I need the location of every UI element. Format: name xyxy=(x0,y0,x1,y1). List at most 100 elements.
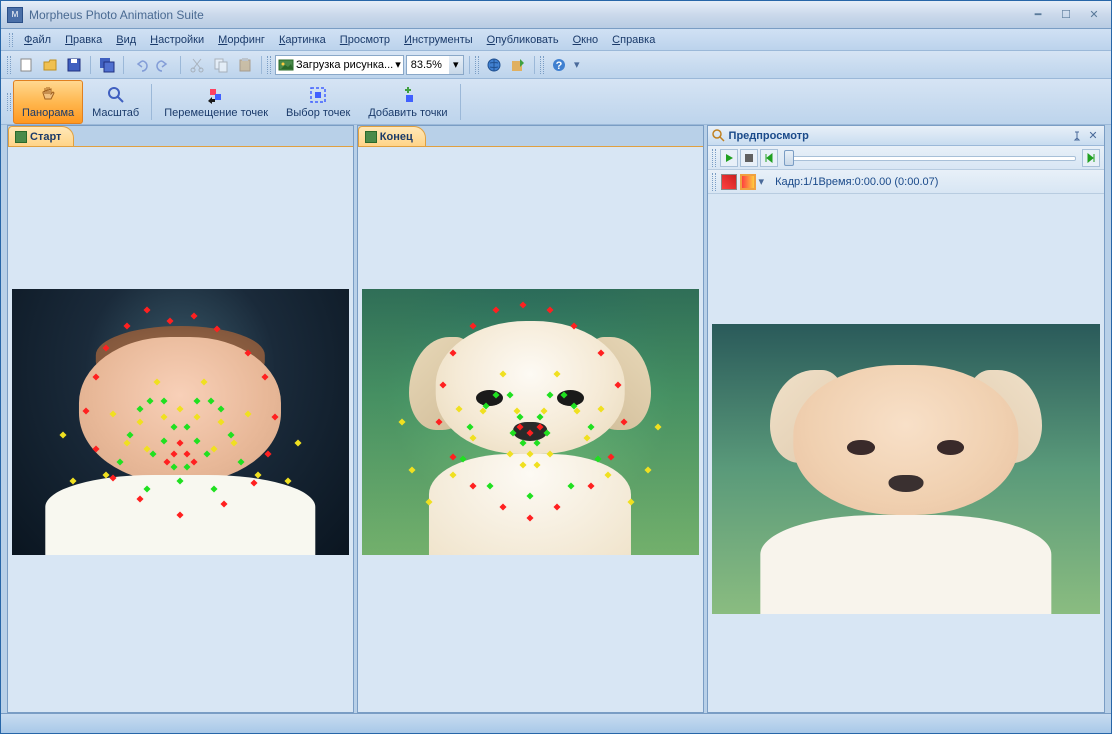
open-button[interactable] xyxy=(39,54,61,76)
picture-icon xyxy=(278,57,294,73)
menu-preview[interactable]: Просмотр xyxy=(333,32,397,48)
new-button[interactable] xyxy=(15,54,37,76)
toolbar-grip[interactable] xyxy=(712,149,716,167)
menubar-grip[interactable] xyxy=(9,33,13,47)
load-picture-button[interactable]: Загрузка рисунка... ▾ xyxy=(275,55,404,75)
add-points-tool[interactable]: Добавить точки xyxy=(359,80,456,124)
color-swatch-start[interactable] xyxy=(721,174,737,190)
scale-label: Масштаб xyxy=(92,107,139,119)
menu-morphing[interactable]: Морфинг xyxy=(211,32,272,48)
help-button[interactable]: ? xyxy=(548,54,570,76)
dropdown-icon[interactable]: ▾ xyxy=(449,56,463,74)
toolbar-grip[interactable] xyxy=(7,56,11,74)
redo-button[interactable] xyxy=(153,54,175,76)
start-tab-label: Старт xyxy=(30,131,61,143)
end-image xyxy=(362,289,699,555)
move-points-tool[interactable]: Перемещение точек xyxy=(155,80,277,124)
play-button[interactable] xyxy=(720,149,738,167)
stop-button[interactable] xyxy=(740,149,758,167)
hand-icon xyxy=(38,85,58,105)
dropdown-icon[interactable]: ▾ xyxy=(759,175,765,188)
end-panel: Конец xyxy=(357,125,704,713)
playback-controls xyxy=(708,146,1104,170)
standard-toolbar: Загрузка рисунка... ▾ ▾ ? ▾ xyxy=(1,51,1111,79)
menu-settings[interactable]: Настройки xyxy=(143,32,211,48)
copy-button[interactable] xyxy=(210,54,232,76)
end-morph-points[interactable] xyxy=(362,289,699,555)
preview-info-bar: ▾ Кадр:1/1Время:0:00.00 (0:00.07) xyxy=(708,170,1104,194)
app-icon: M xyxy=(7,7,23,23)
export-button[interactable] xyxy=(507,54,529,76)
step-forward-button[interactable] xyxy=(1082,149,1100,167)
select-points-tool[interactable]: Выбор точек xyxy=(277,80,359,124)
add-points-label: Добавить точки xyxy=(368,107,447,119)
app-title: Morpheus Photo Animation Suite xyxy=(29,8,1027,22)
zoom-input[interactable] xyxy=(407,59,449,71)
menu-picture[interactable]: Картинка xyxy=(272,32,333,48)
toolbar-grip[interactable] xyxy=(540,56,544,74)
end-tab-label: Конец xyxy=(380,131,413,143)
toolbar-grip[interactable] xyxy=(712,173,716,191)
separator xyxy=(534,56,535,74)
statusbar xyxy=(1,713,1111,733)
scale-tool[interactable]: Масштаб xyxy=(83,80,148,124)
panorama-label: Панорама xyxy=(22,107,74,119)
undo-button[interactable] xyxy=(129,54,151,76)
preview-canvas[interactable] xyxy=(708,194,1104,712)
close-panel-button[interactable]: ✕ xyxy=(1086,129,1100,143)
menubar: Файл Правка Вид Настройки Морфинг Картин… xyxy=(1,29,1111,51)
select-points-icon xyxy=(308,85,328,105)
picture-icon xyxy=(15,131,27,143)
menu-help[interactable]: Справка xyxy=(605,32,662,48)
separator xyxy=(261,56,262,74)
picture-icon xyxy=(365,131,377,143)
end-tab[interactable]: Конец xyxy=(358,126,426,146)
start-image xyxy=(12,289,349,555)
frame-info: Кадр:1/1Время:0:00.00 (0:00.07) xyxy=(775,176,938,188)
menu-view[interactable]: Вид xyxy=(109,32,143,48)
end-canvas[interactable] xyxy=(358,146,703,712)
close-button[interactable]: ✕ xyxy=(1083,6,1105,24)
start-canvas[interactable] xyxy=(8,146,353,712)
magnifier-icon xyxy=(106,85,126,105)
toolbar-grip[interactable] xyxy=(7,93,11,111)
color-swatch-blend[interactable] xyxy=(740,174,756,190)
move-points-label: Перемещение точек xyxy=(164,107,268,119)
separator xyxy=(151,84,152,120)
dropdown-icon: ▾ xyxy=(395,58,401,71)
maximize-button[interactable]: ☐ xyxy=(1055,6,1077,24)
menu-window[interactable]: Окно xyxy=(566,32,606,48)
magnifier-icon xyxy=(712,129,726,143)
minimize-button[interactable]: ━ xyxy=(1027,6,1049,24)
menu-file[interactable]: Файл xyxy=(17,32,58,48)
menu-edit[interactable]: Правка xyxy=(58,32,109,48)
slider-thumb[interactable] xyxy=(784,150,794,166)
preview-title: Предпросмотр xyxy=(729,130,1068,142)
cut-button[interactable] xyxy=(186,54,208,76)
panorama-tool[interactable]: Панорама xyxy=(13,80,83,124)
titlebar: M Morpheus Photo Animation Suite ━ ☐ ✕ xyxy=(1,1,1111,29)
timeline-slider[interactable] xyxy=(784,150,1076,166)
toolbar-grip[interactable] xyxy=(267,56,271,74)
start-morph-points[interactable] xyxy=(12,289,349,555)
separator xyxy=(123,56,124,74)
world-button[interactable] xyxy=(483,54,505,76)
separator xyxy=(469,56,470,74)
select-points-label: Выбор точек xyxy=(286,107,350,119)
menu-tools[interactable]: Инструменты xyxy=(397,32,480,48)
menu-publish[interactable]: Опубликовать xyxy=(480,32,566,48)
toolbar-grip[interactable] xyxy=(475,56,479,74)
separator xyxy=(180,56,181,74)
save-button[interactable] xyxy=(63,54,85,76)
start-tab[interactable]: Старт xyxy=(8,126,74,146)
load-picture-label: Загрузка рисунка... xyxy=(296,59,393,71)
saveall-button[interactable] xyxy=(96,54,118,76)
step-back-button[interactable] xyxy=(760,149,778,167)
workspace: Старт Конец xyxy=(1,125,1111,713)
zoom-combo[interactable]: ▾ xyxy=(406,55,464,75)
move-points-icon xyxy=(206,85,226,105)
help-dropdown[interactable]: ▾ xyxy=(572,58,582,71)
pin-button[interactable] xyxy=(1070,129,1084,143)
paste-button[interactable] xyxy=(234,54,256,76)
start-panel: Старт xyxy=(7,125,354,713)
